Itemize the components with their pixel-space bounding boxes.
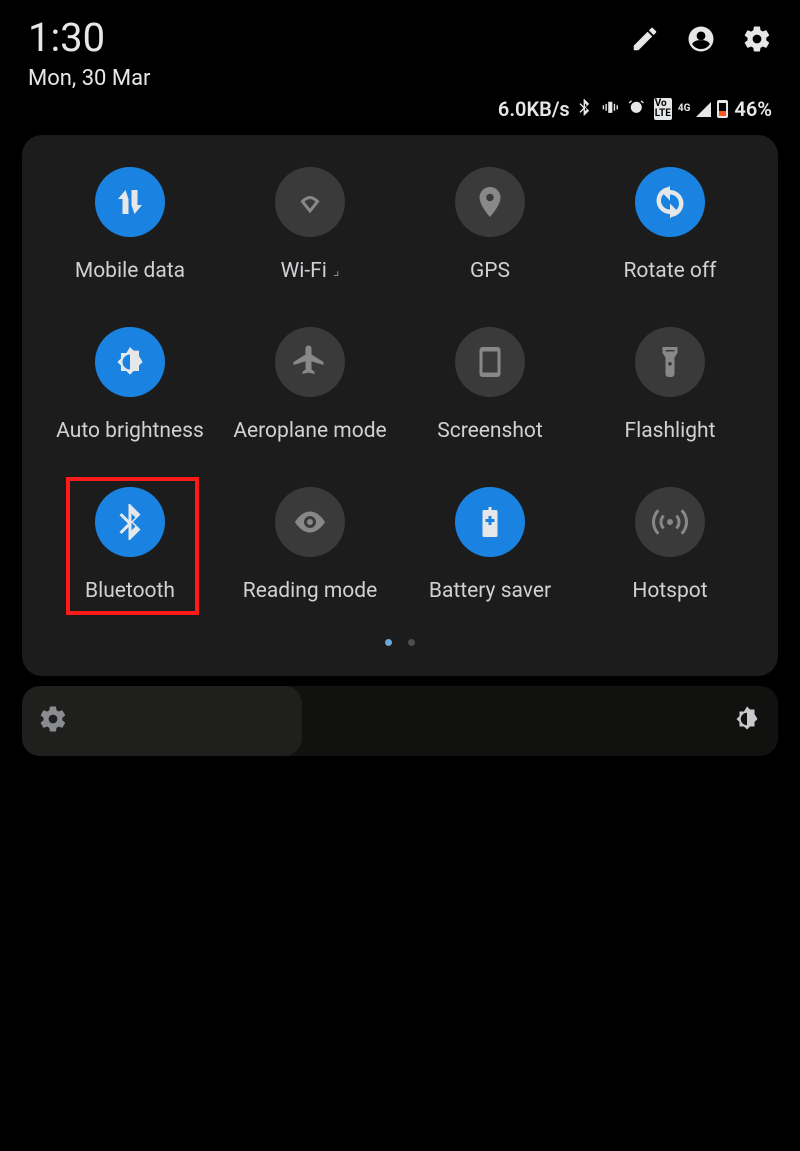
hotspot-icon: [635, 487, 705, 557]
tile-label: Auto brightness: [56, 419, 204, 443]
rotate-icon: [635, 167, 705, 237]
clock-time: 1:30: [28, 18, 151, 58]
clock-date: Mon, 30 Mar: [28, 66, 151, 91]
arrows-up-down-icon: [95, 167, 165, 237]
brightness-max-icon: [732, 704, 762, 738]
tile-label: Battery saver: [429, 579, 551, 603]
phone-frame-icon: [455, 327, 525, 397]
network-type: 4G: [678, 104, 691, 114]
location-icon: [455, 167, 525, 237]
airplane-icon: [275, 327, 345, 397]
vibrate-status-icon: [602, 99, 622, 119]
tile-screenshot[interactable]: Screenshot: [400, 327, 580, 443]
tile-label: Mobile data: [75, 259, 185, 283]
tile-gps[interactable]: GPS: [400, 167, 580, 283]
tile-suffix: ⌟: [333, 263, 340, 279]
tile-label: Bluetooth: [85, 579, 175, 603]
signal-triangle-icon: [696, 102, 711, 117]
tile-label: Rotate off: [623, 259, 716, 283]
tile-label: Hotspot: [632, 579, 707, 603]
tile-battery-saver[interactable]: Battery saver: [400, 487, 580, 603]
tile-hotspot[interactable]: Hotspot: [580, 487, 760, 603]
page-indicator: [40, 639, 760, 646]
user-icon[interactable]: [686, 24, 716, 54]
tile-label: Wi-Fi⌟: [281, 259, 340, 283]
pager-dot[interactable]: [408, 639, 415, 646]
quick-settings-grid: Mobile data Wi-Fi⌟ GPS Rotate off Auto brigh…: [40, 167, 760, 603]
tile-mobile-data[interactable]: Mobile data: [40, 167, 220, 283]
tile-flashlight[interactable]: Flashlight: [580, 327, 760, 443]
tile-label: Aeroplane mode: [233, 419, 386, 443]
tile-label: Flashlight: [625, 419, 716, 443]
settings-gear-icon[interactable]: [742, 24, 772, 54]
tile-reading[interactable]: Reading mode: [220, 487, 400, 603]
tile-label: Screenshot: [437, 419, 543, 443]
brightness-auto-icon: [95, 327, 165, 397]
battery-plus-icon: [455, 487, 525, 557]
quick-settings-panel: Mobile data Wi-Fi⌟ GPS Rotate off Auto brigh…: [22, 135, 778, 676]
alarm-status-icon: [628, 99, 648, 119]
brightness-auto-icon[interactable]: [38, 704, 68, 738]
tile-aeroplane[interactable]: Aeroplane mode: [220, 327, 400, 443]
flashlight-icon: [635, 327, 705, 397]
tile-wifi[interactable]: Wi-Fi⌟: [220, 167, 400, 283]
wifi-icon: [275, 167, 345, 237]
status-bar: 6.0KB/s VoLTE 4G 46%: [0, 91, 800, 121]
bluetooth-icon: [95, 487, 165, 557]
tile-bluetooth[interactable]: Bluetooth: [40, 487, 220, 603]
edit-icon[interactable]: [630, 24, 660, 54]
battery-percent: 46%: [734, 97, 772, 121]
tile-auto-brightness[interactable]: Auto brightness: [40, 327, 220, 443]
eye-icon: [275, 487, 345, 557]
battery-icon: [717, 100, 728, 118]
volte-badge: VoLTE: [654, 98, 672, 120]
tile-rotate[interactable]: Rotate off: [580, 167, 760, 283]
network-speed: 6.0KB/s: [498, 97, 570, 121]
pager-dot[interactable]: [385, 639, 392, 646]
brightness-slider[interactable]: [22, 686, 778, 756]
tile-label: Reading mode: [243, 579, 377, 603]
quick-settings-header: 1:30 Mon, 30 Mar: [0, 0, 800, 91]
bluetooth-status-icon: [576, 99, 596, 119]
tile-label: GPS: [470, 259, 510, 283]
